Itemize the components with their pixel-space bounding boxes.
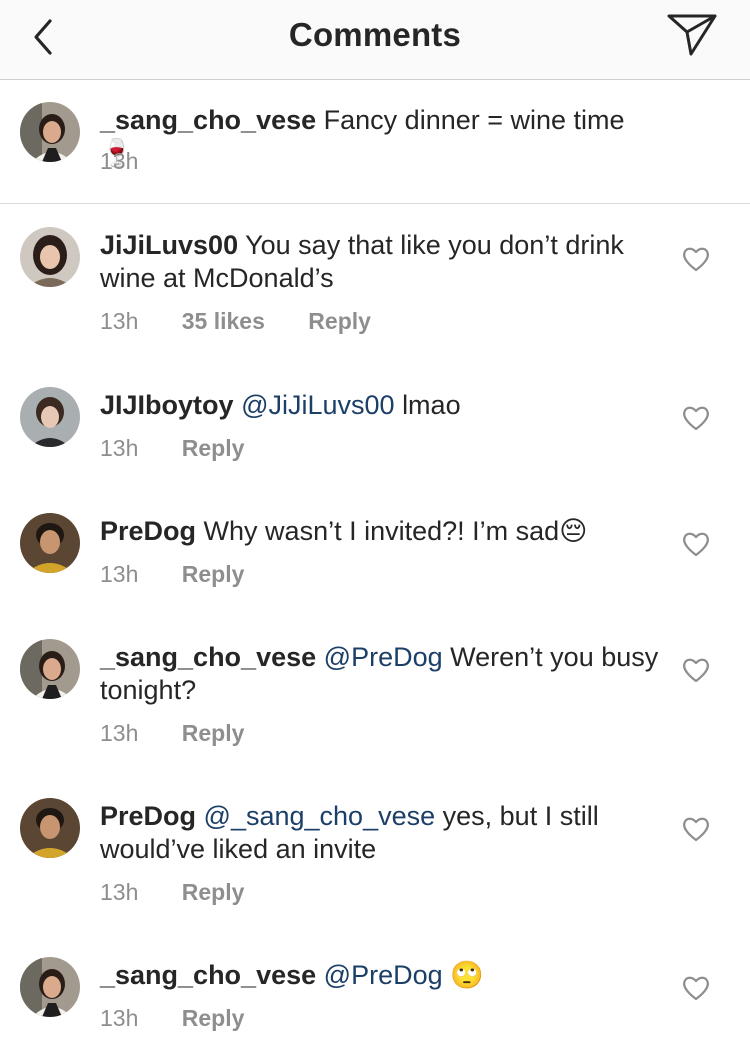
comment-meta: 13h Reply <box>100 1005 244 1032</box>
reply-button[interactable]: Reply <box>182 1005 245 1032</box>
paper-plane-icon[interactable] <box>666 13 718 57</box>
heart-icon[interactable] <box>682 975 710 1001</box>
caption-meta: 13h <box>100 148 175 175</box>
comment-body: Why wasn’t I invited?! I’m sad <box>203 516 560 546</box>
comment-text: PreDog Why wasn’t I invited?! I’m sad😔 <box>100 515 660 548</box>
avatar[interactable] <box>20 639 80 699</box>
reply-button[interactable]: Reply <box>182 561 245 588</box>
avatar[interactable] <box>20 102 80 162</box>
comment-meta: 13h Reply <box>100 561 244 588</box>
timestamp: 13h <box>100 879 139 905</box>
comment-text: _sang_cho_vese @PreDog 🙄 <box>100 959 660 992</box>
heart-icon[interactable] <box>682 405 710 431</box>
comment-meta: 13h Reply <box>100 720 244 747</box>
heart-icon[interactable] <box>682 657 710 683</box>
header-bar: Comments <box>0 0 750 80</box>
timestamp: 13h <box>100 435 139 461</box>
mention-link[interactable]: @PreDog <box>324 960 443 990</box>
reply-button[interactable]: Reply <box>308 308 371 335</box>
comment-meta: 13h Reply <box>100 435 244 462</box>
eye-roll-emoji: 🙄 <box>450 960 484 991</box>
pensive-face-emoji: 😔 <box>559 516 588 547</box>
comment-meta: 13h Reply <box>100 879 244 906</box>
timestamp: 13h <box>100 1005 139 1031</box>
reply-button[interactable]: Reply <box>182 435 245 462</box>
comment-text: PreDog @_sang_cho_vese yes, but I still … <box>100 800 660 866</box>
heart-icon[interactable] <box>682 816 710 842</box>
comment-username[interactable]: JiJiLuvs00 <box>100 230 238 260</box>
likes-count[interactable]: 35 likes <box>182 308 265 335</box>
comment-meta: 13h 35 likes Reply <box>100 308 371 335</box>
timestamp: 13h <box>100 308 139 334</box>
caption-text: _sang_cho_vese Fancy dinner = wine time … <box>100 104 660 170</box>
heart-icon[interactable] <box>682 531 710 557</box>
avatar[interactable] <box>20 227 80 287</box>
page-title: Comments <box>288 16 462 53</box>
comment-username[interactable]: PreDog <box>100 801 196 831</box>
reply-button[interactable]: Reply <box>182 720 245 747</box>
mention-link[interactable]: @PreDog <box>324 642 443 672</box>
avatar[interactable] <box>20 798 80 858</box>
comment-text: JiJiLuvs00 You say that like you don’t d… <box>100 229 660 295</box>
comment-username[interactable]: PreDog <box>100 516 196 546</box>
avatar[interactable] <box>20 513 80 573</box>
comment-text: JIJIboytoy @JiJiLuvs00 lmao <box>100 389 660 422</box>
timestamp: 13h <box>100 148 139 174</box>
comment-body: lmao <box>402 390 461 420</box>
comment-username[interactable]: _sang_cho_vese <box>100 642 316 672</box>
post-caption: _sang_cho_vese Fancy dinner = wine time … <box>0 80 750 204</box>
comment-username[interactable]: JIJIboytoy <box>100 390 234 420</box>
comment-text: _sang_cho_vese @PreDog Weren’t you busy … <box>100 641 660 707</box>
timestamp: 13h <box>100 720 139 746</box>
mention-link[interactable]: @JiJiLuvs00 <box>241 390 394 420</box>
reply-button[interactable]: Reply <box>182 879 245 906</box>
comment-username[interactable]: _sang_cho_vese <box>100 960 316 990</box>
caption-username[interactable]: _sang_cho_vese <box>100 105 316 135</box>
caption-body: Fancy dinner = wine time <box>323 105 625 135</box>
heart-icon[interactable] <box>682 246 710 272</box>
mention-link[interactable]: @_sang_cho_vese <box>204 801 436 831</box>
timestamp: 13h <box>100 561 139 587</box>
avatar[interactable] <box>20 957 80 1017</box>
avatar[interactable] <box>20 387 80 447</box>
